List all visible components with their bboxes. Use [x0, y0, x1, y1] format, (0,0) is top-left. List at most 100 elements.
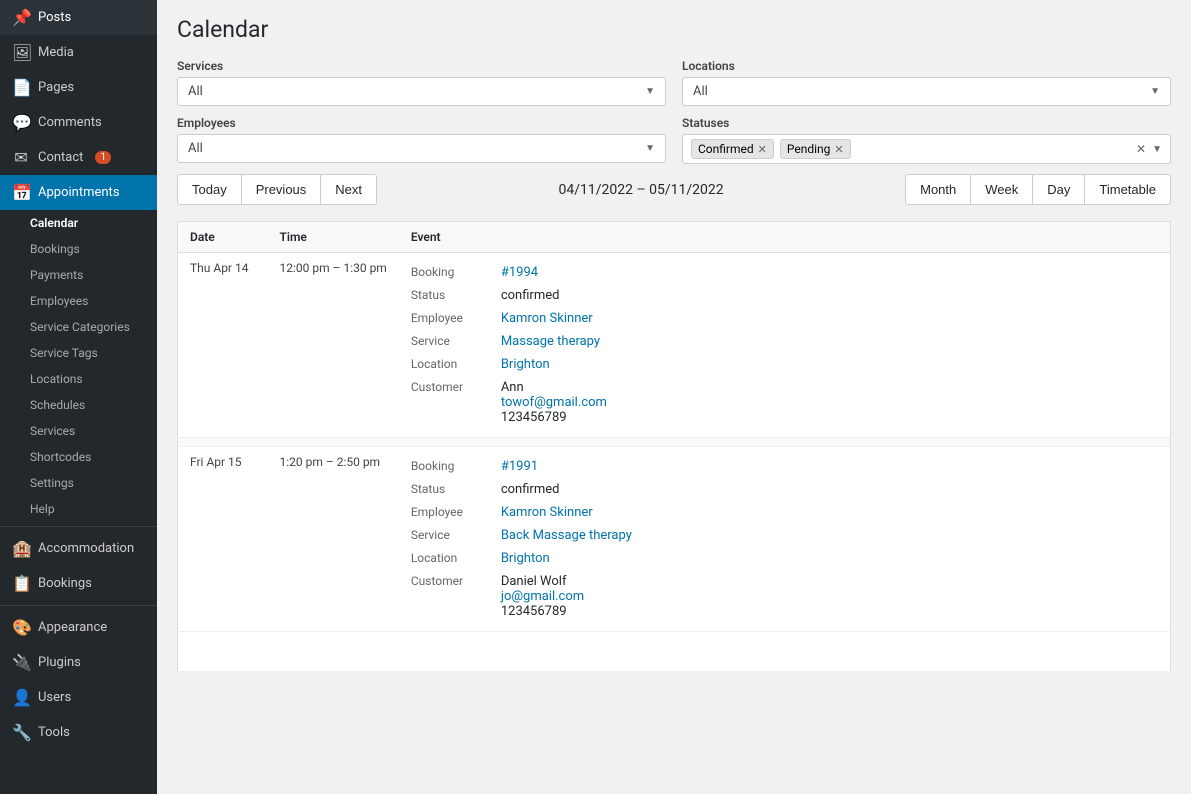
booking-link[interactable]: #1994 — [501, 265, 538, 280]
filters-row-1: Services All ▼ Locations All ▼ — [177, 59, 1171, 106]
statuses-clear-button[interactable]: ✕ — [1136, 142, 1146, 156]
table-row: Fri Apr 151:20 pm – 2:50 pmBooking#1991S… — [178, 447, 1171, 632]
sidebar-item-users[interactable]: 👤 Users — [0, 680, 157, 715]
employee-link[interactable]: Kamron Skinner — [501, 505, 593, 520]
col-event: Event — [399, 222, 1171, 253]
status-tag-confirmed-close[interactable]: ✕ — [758, 143, 767, 156]
locations-select-value: All — [693, 84, 1150, 99]
comments-icon: 💬 — [12, 113, 30, 132]
view-btn-group: Month Week Day Timetable — [905, 174, 1171, 205]
location-link[interactable]: Brighton — [501, 551, 550, 566]
event-detail-value: Anntowof@gmail.com123456789 — [501, 380, 607, 425]
locations-label: Locations — [682, 59, 1171, 73]
service-link[interactable]: Massage therapy — [501, 334, 600, 349]
main-content: Calendar Services All ▼ Locations All ▼ … — [157, 0, 1191, 794]
employees-select[interactable]: All ▼ — [177, 134, 666, 163]
sidebar: 📌 Posts 🖼 Media 📄 Pages 💬 Comments ✉ Con… — [0, 0, 157, 794]
sidebar-item-label: Accommodation — [38, 541, 134, 556]
sidebar-item-label: Appointments — [38, 185, 120, 200]
col-date: Date — [178, 222, 268, 253]
sidebar-sub-service-tags[interactable]: Service Tags — [0, 340, 157, 366]
locations-select[interactable]: All ▼ — [682, 77, 1171, 106]
event-detail-label: Employee — [411, 505, 501, 520]
sidebar-sub-payments[interactable]: Payments — [0, 262, 157, 288]
employees-filter-group: Employees All ▼ — [177, 116, 666, 164]
services-select-value: All — [188, 84, 645, 99]
customer-phone: 123456789 — [501, 604, 584, 619]
time-cell: 12:00 pm – 1:30 pm — [268, 253, 399, 438]
event-detail-value: Kamron Skinner — [501, 311, 593, 326]
previous-button[interactable]: Previous — [242, 174, 322, 205]
sidebar-item-tools[interactable]: 🔧 Tools — [0, 715, 157, 750]
status-tag-pending-close[interactable]: ✕ — [834, 143, 843, 156]
view-month-button[interactable]: Month — [905, 174, 971, 205]
locations-filter-group: Locations All ▼ — [682, 59, 1171, 106]
sidebar-item-plugins[interactable]: 🔌 Plugins — [0, 645, 157, 680]
view-timetable-button[interactable]: Timetable — [1085, 174, 1171, 205]
sidebar-sub-locations[interactable]: Locations — [0, 366, 157, 392]
sidebar-sub-employees[interactable]: Employees — [0, 288, 157, 314]
sidebar-item-accommodation[interactable]: 🏨 Accommodation — [0, 531, 157, 566]
tools-icon: 🔧 — [12, 723, 30, 742]
sidebar-sub-service-categories[interactable]: Service Categories — [0, 314, 157, 340]
sidebar-item-media[interactable]: 🖼 Media — [0, 35, 157, 70]
sidebar-item-pages[interactable]: 📄 Pages — [0, 70, 157, 105]
event-detail-label: Booking — [411, 459, 501, 474]
service-link[interactable]: Back Massage therapy — [501, 528, 632, 543]
date-cell: Thu Apr 14 — [178, 253, 268, 438]
services-filter-group: Services All ▼ — [177, 59, 666, 106]
booking-link[interactable]: #1991 — [501, 459, 538, 474]
statuses-select[interactable]: Confirmed ✕ Pending ✕ ✕ ▼ — [682, 134, 1171, 164]
event-detail-value: confirmed — [501, 288, 560, 303]
employees-label: Employees — [177, 116, 666, 130]
event-detail-row: ServiceMassage therapy — [411, 330, 1158, 353]
sidebar-sub-bookings[interactable]: Bookings — [0, 236, 157, 262]
customer-name: Daniel Wolf — [501, 574, 584, 589]
view-week-button[interactable]: Week — [971, 174, 1033, 205]
event-detail-row: LocationBrighton — [411, 547, 1158, 570]
status-tag-pending: Pending ✕ — [780, 139, 851, 159]
event-detail-row: CustomerAnntowof@gmail.com123456789 — [411, 376, 1158, 429]
sidebar-item-label: Pages — [38, 80, 74, 95]
sidebar-item-posts[interactable]: 📌 Posts — [0, 0, 157, 35]
empty-row — [178, 632, 1171, 672]
contact-badge: 1 — [95, 151, 111, 164]
customer-email-link[interactable]: jo@gmail.com — [501, 589, 584, 604]
sidebar-sub-help[interactable]: Help — [0, 496, 157, 522]
sidebar-item-label: Comments — [38, 115, 102, 130]
customer-info: Daniel Wolfjo@gmail.com123456789 — [501, 574, 584, 619]
event-detail-value: Kamron Skinner — [501, 505, 593, 520]
today-button[interactable]: Today — [177, 174, 242, 205]
event-detail-value: confirmed — [501, 482, 560, 497]
sidebar-sub-calendar[interactable]: Calendar — [0, 210, 157, 236]
event-detail-row: Statusconfirmed — [411, 284, 1158, 307]
contact-icon: ✉ — [12, 148, 30, 167]
posts-icon: 📌 — [12, 8, 30, 27]
event-detail-row: Booking#1994 — [411, 261, 1158, 284]
sidebar-item-appearance[interactable]: 🎨 Appearance — [0, 610, 157, 645]
accommodation-icon: 🏨 — [12, 539, 30, 558]
customer-email-link[interactable]: towof@gmail.com — [501, 395, 607, 410]
next-button[interactable]: Next — [321, 174, 377, 205]
event-detail-value: Daniel Wolfjo@gmail.com123456789 — [501, 574, 584, 619]
sidebar-sub-shortcodes[interactable]: Shortcodes — [0, 444, 157, 470]
event-detail-row: ServiceBack Massage therapy — [411, 524, 1158, 547]
sidebar-sub-schedules[interactable]: Schedules — [0, 392, 157, 418]
sidebar-sub-services[interactable]: Services — [0, 418, 157, 444]
sidebar-item-label: Media — [38, 45, 74, 60]
statuses-filter-group: Statuses Confirmed ✕ Pending ✕ ✕ ▼ — [682, 116, 1171, 164]
customer-phone: 123456789 — [501, 410, 607, 425]
location-link[interactable]: Brighton — [501, 357, 550, 372]
event-detail-row: CustomerDaniel Wolfjo@gmail.com123456789 — [411, 570, 1158, 623]
sidebar-item-label: Bookings — [38, 576, 92, 591]
employee-link[interactable]: Kamron Skinner — [501, 311, 593, 326]
event-detail-value: Brighton — [501, 551, 550, 566]
event-detail-label: Customer — [411, 574, 501, 619]
sidebar-sub-settings[interactable]: Settings — [0, 470, 157, 496]
sidebar-item-contact[interactable]: ✉ Contact 1 — [0, 140, 157, 175]
sidebar-item-bookings2[interactable]: 📋 Bookings — [0, 566, 157, 601]
sidebar-item-appointments[interactable]: 📅 Appointments — [0, 175, 157, 210]
sidebar-item-comments[interactable]: 💬 Comments — [0, 105, 157, 140]
view-day-button[interactable]: Day — [1033, 174, 1085, 205]
services-select[interactable]: All ▼ — [177, 77, 666, 106]
